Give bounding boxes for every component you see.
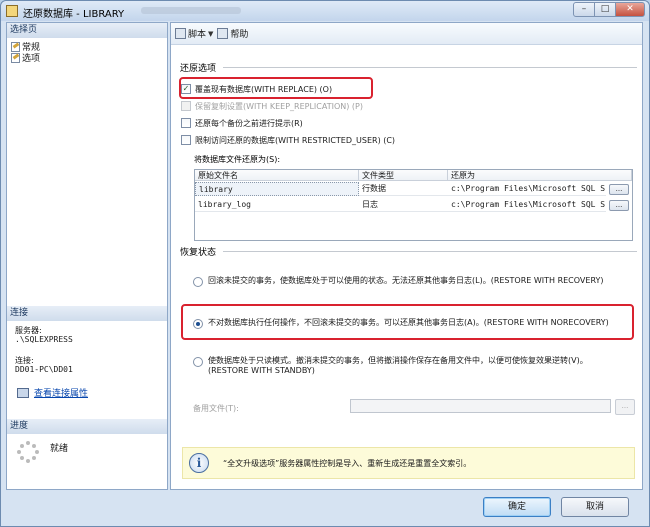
restore-database-window: 还原数据库 - LIBRARY – □ ✕ 选择页 常规 选项 连接 服务器: … <box>0 0 650 527</box>
progress-spinner-icon <box>17 441 39 463</box>
checkbox-box <box>181 135 191 145</box>
restore-with-recovery-label: 回滚未提交的事务，使数据库处于可以使用的状态。无法还原其他事务日志(L)。(RE… <box>208 276 604 285</box>
divider <box>223 251 637 252</box>
prompt-each-checkbox[interactable]: 还原每个备份之前进行提示(R) <box>181 117 303 129</box>
minimize-button[interactable]: – <box>573 2 595 17</box>
script-icon <box>175 28 186 39</box>
view-connection-properties-link[interactable]: 查看连接属性 <box>17 386 88 399</box>
restrict-access-label: 限制访问还原的数据库(WITH RESTRICTED_USER) (C) <box>195 135 396 145</box>
help-label: 帮助 <box>230 30 249 40</box>
keep-replication-label: 保留复制设置(WITH KEEP_REPLICATION) (P) <box>195 101 363 111</box>
column-header-original-file[interactable]: 原始文件名 <box>195 170 359 181</box>
left-pane: 选择页 常规 选项 连接 服务器: .\SQLEXPRESS 连接: DD01-… <box>6 22 168 490</box>
restore-options-header: 还原选项 <box>180 64 217 74</box>
right-pane: 脚本 ▼ 帮助 还原选项 ✓ 覆盖现有数据库(WITH REPLACE) (O)… <box>170 22 643 490</box>
table-cell-file-type[interactable]: 行数据 <box>359 182 448 196</box>
restore-with-standby-label: 使数据库处于只读模式。撤消未提交的事务，但将撤消操作保存在备用文件中，以便可使恢… <box>208 356 588 376</box>
connection-header: 连接 <box>7 306 167 321</box>
browse-button[interactable]: ... <box>609 200 629 211</box>
info-message: i “全文升级选项”服务器属性控制是导入、重新生成还是重置全文索引。 <box>182 447 635 479</box>
standby-file-input[interactable] <box>350 399 611 413</box>
restore-files-table: 原始文件名 文件类型 还原为 library 行数据 c:\Program Fi… <box>194 169 633 241</box>
table-cell-file-name[interactable]: library_log <box>195 198 359 212</box>
norecovery-highlight-box <box>181 304 634 340</box>
script-label: 脚本 <box>188 30 207 40</box>
ok-button[interactable]: 确定 <box>483 497 551 517</box>
properties-icon <box>17 387 29 398</box>
page-item-label: 选项 <box>22 53 41 64</box>
browse-button[interactable]: ... <box>609 184 629 195</box>
column-header-file-type[interactable]: 文件类型 <box>359 170 448 181</box>
divider <box>223 67 637 68</box>
keep-replication-checkbox[interactable]: 保留复制设置(WITH KEEP_REPLICATION) (P) <box>181 100 363 112</box>
standby-line-2: (RESTORE WITH STANDBY) <box>208 366 315 375</box>
select-page-header: 选择页 <box>7 23 167 38</box>
restore-with-standby-radio[interactable]: 使数据库处于只读模式。撤消未提交的事务，但将撤消操作保存在备用文件中，以便可使恢… <box>193 356 588 376</box>
page-item-options[interactable]: 选项 <box>10 51 41 64</box>
view-connection-properties-label: 查看连接属性 <box>34 389 89 399</box>
recovery-state-header: 恢复状态 <box>180 248 217 258</box>
progress-status: 就绪 <box>50 444 69 454</box>
restore-as-label: 将数据库文件还原为(S): <box>194 155 281 164</box>
info-text: “全文升级选项”服务器属性控制是导入、重新生成还是重置全文索引。 <box>223 458 472 468</box>
close-button[interactable]: ✕ <box>615 2 645 17</box>
radio-dot <box>193 277 203 287</box>
chevron-down-icon: ▼ <box>208 29 214 38</box>
server-value: .\SQLEXPRESS <box>15 335 73 344</box>
standby-line-1: 使数据库处于只读模式。撤消未提交的事务，但将撤消操作保存在备用文件中，以便可使恢… <box>208 356 588 365</box>
connection-value: DD01-PC\DD01 <box>15 365 73 374</box>
restrict-access-checkbox[interactable]: 限制访问还原的数据库(WITH RESTRICTED_USER) (C) <box>181 134 395 146</box>
prompt-each-label: 还原每个备份之前进行提示(R) <box>195 118 303 128</box>
radio-dot <box>193 357 203 367</box>
info-icon: i <box>189 453 209 473</box>
standby-browse-button[interactable]: ... <box>615 399 635 415</box>
cancel-button[interactable]: 取消 <box>561 497 629 517</box>
standby-file-label: 备用文件(T): <box>193 404 239 413</box>
window-title: 还原数据库 - LIBRARY <box>23 9 125 20</box>
database-icon <box>6 5 18 17</box>
progress-header: 进度 <box>7 419 167 434</box>
checkbox-box <box>181 118 191 128</box>
table-cell-restore-as[interactable]: c:\Program Files\Microsoft SQL S... <box>448 198 606 212</box>
column-header-restore-as[interactable]: 还原为 <box>448 170 632 181</box>
title-bar[interactable]: 还原数据库 - LIBRARY – □ ✕ <box>1 1 649 21</box>
toolbar: 脚本 ▼ 帮助 <box>171 23 642 45</box>
overwrite-highlight-box <box>179 77 373 99</box>
checkbox-box <box>181 101 191 111</box>
help-icon <box>217 28 229 39</box>
table-cell-file-name[interactable]: library <box>195 182 359 196</box>
title-blurred-region <box>141 7 241 14</box>
maximize-button[interactable]: □ <box>594 2 616 17</box>
restore-with-recovery-radio[interactable]: 回滚未提交的事务，使数据库处于可以使用的状态。无法还原其他事务日志(L)。(RE… <box>193 276 604 287</box>
script-button[interactable]: 脚本 ▼ <box>175 27 213 40</box>
table-cell-file-type[interactable]: 日志 <box>359 198 448 212</box>
page-icon <box>10 41 20 52</box>
table-cell-restore-as[interactable]: c:\Program Files\Microsoft SQL S... <box>448 182 606 196</box>
page-icon <box>10 52 20 63</box>
help-button[interactable]: 帮助 <box>217 27 248 40</box>
